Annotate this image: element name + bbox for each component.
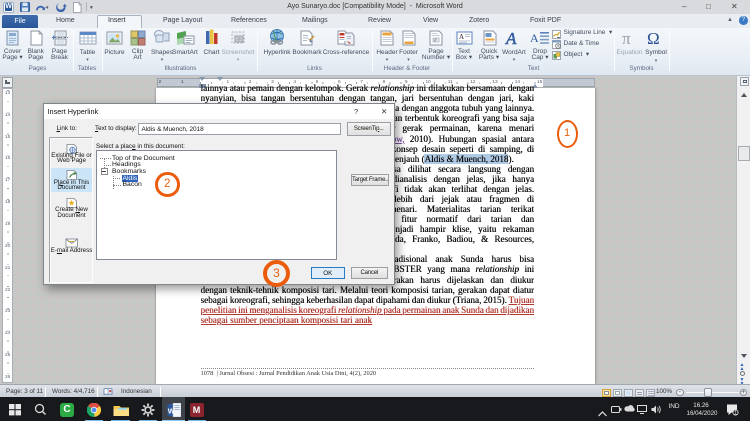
svg-text:W: W [168,406,176,415]
svg-text:A: A [530,31,539,45]
svg-text:A: A [459,33,464,41]
svg-text:A: A [505,29,517,47]
svg-text:π: π [622,29,631,48]
svg-text:Ω: Ω [647,29,660,48]
svg-text:1: 1 [734,410,737,416]
